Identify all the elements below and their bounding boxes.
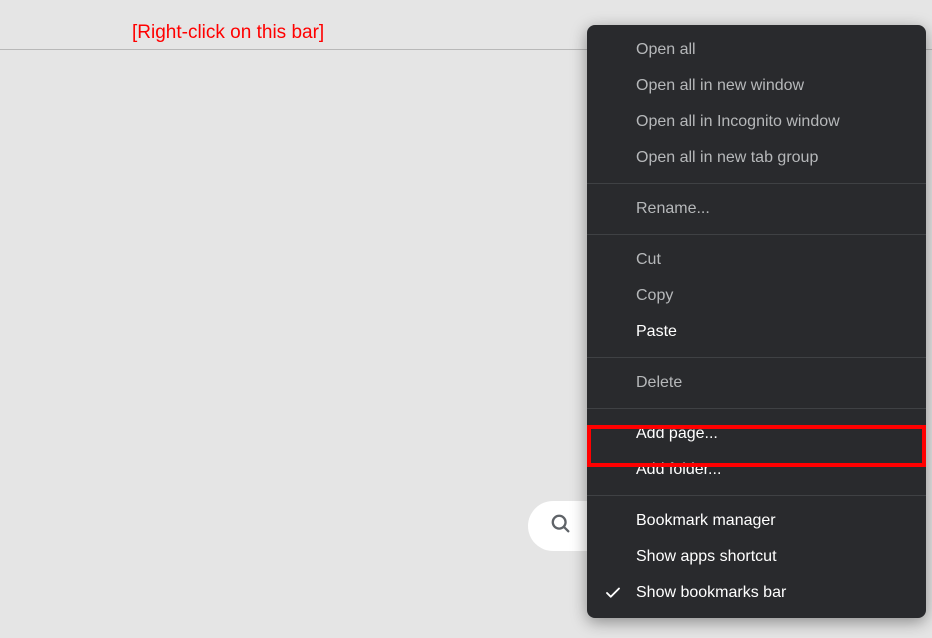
menu-group-rename: Rename...: [587, 184, 926, 235]
menu-group-view: Bookmark manager Show apps shortcut Show…: [587, 496, 926, 618]
menu-item-open-all-incognito[interactable]: Open all in Incognito window: [587, 104, 926, 140]
menu-item-add-folder[interactable]: Add folder...: [587, 452, 926, 488]
menu-item-paste[interactable]: Paste: [587, 314, 926, 350]
menu-group-delete: Delete: [587, 358, 926, 409]
menu-item-bookmark-manager[interactable]: Bookmark manager: [587, 503, 926, 539]
menu-item-open-all-tab-group[interactable]: Open all in new tab group: [587, 140, 926, 176]
menu-group-open: Open all Open all in new window Open all…: [587, 25, 926, 184]
menu-item-rename[interactable]: Rename...: [587, 191, 926, 227]
menu-item-add-page[interactable]: Add page...: [587, 416, 926, 452]
checkmark-icon: [604, 584, 622, 602]
menu-item-label: Show bookmarks bar: [636, 584, 786, 602]
menu-item-open-all[interactable]: Open all: [587, 32, 926, 68]
search-icon: [550, 513, 572, 540]
menu-group-edit: Cut Copy Paste: [587, 235, 926, 358]
menu-item-show-apps-shortcut[interactable]: Show apps shortcut: [587, 539, 926, 575]
context-menu: Open all Open all in new window Open all…: [587, 25, 926, 618]
menu-item-open-all-new-window[interactable]: Open all in new window: [587, 68, 926, 104]
instruction-hint: [Right-click on this bar]: [132, 22, 324, 44]
menu-group-add: Add page... Add folder...: [587, 409, 926, 496]
search-bubble[interactable]: [528, 501, 590, 551]
menu-item-delete[interactable]: Delete: [587, 365, 926, 401]
menu-item-copy[interactable]: Copy: [587, 278, 926, 314]
menu-item-show-bookmarks-bar[interactable]: Show bookmarks bar: [587, 575, 926, 611]
menu-item-cut[interactable]: Cut: [587, 242, 926, 278]
